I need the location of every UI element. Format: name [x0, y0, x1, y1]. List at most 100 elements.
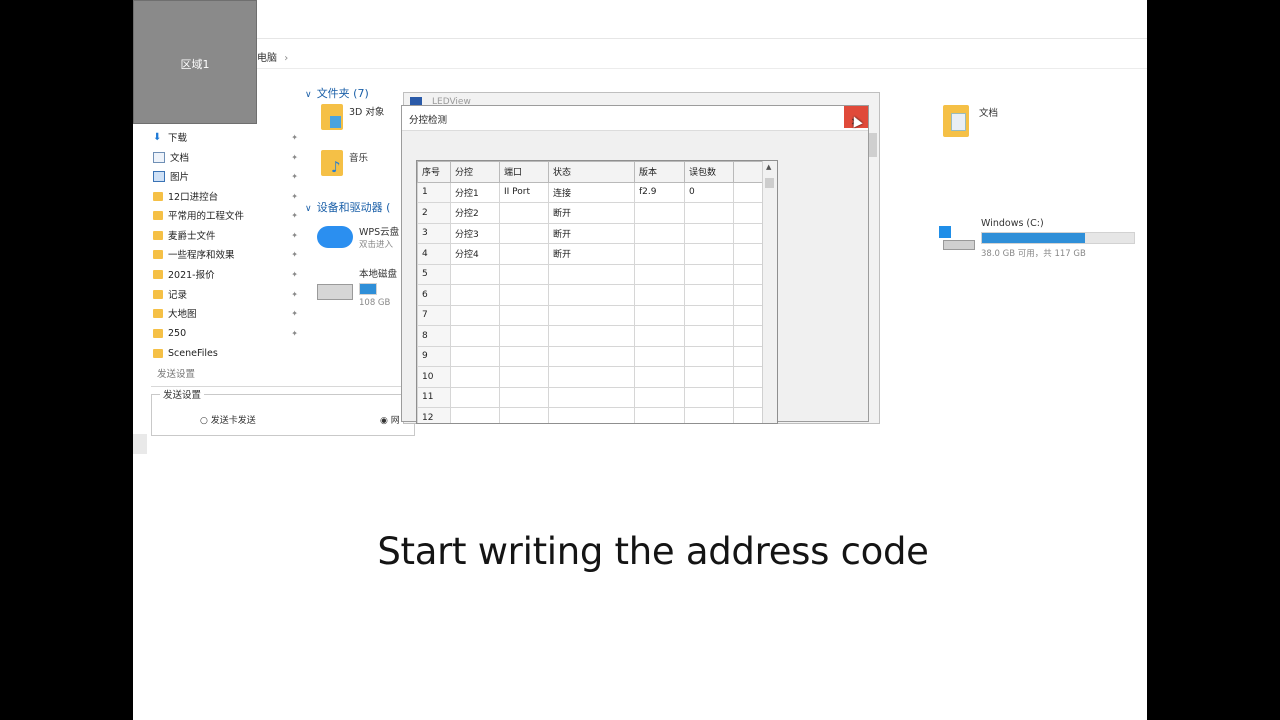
table-cell: [634, 407, 685, 423]
windows-c-drive[interactable]: Windows (C:) 38.0 GB 可用，共 117 GB: [939, 218, 1135, 259]
table-cell-spacer: [733, 181, 764, 203]
navigation-pane: ⬇ 下载 ✦ 文档 ✦ 图片 ✦ 12口进控台 ✦ 平常用的工程文件 ✦ 麦爵士文件 ✦ 一些程序和效果 ✦…: [133, 124, 301, 364]
drive-name: Windows (C:): [981, 218, 1044, 229]
folder-icon: [153, 348, 163, 358]
table-cell: 断开: [548, 222, 635, 244]
table-cell-spacer: [733, 366, 764, 388]
table-cell-spacer: [733, 304, 764, 326]
table-row[interactable]: 3 分控3 断开: [417, 222, 764, 244]
sidebar-item-label: 平常用的工程文件: [168, 211, 245, 222]
table-cell: [548, 284, 635, 306]
region-label: 区域1: [180, 58, 210, 71]
sidebar-item-label: 12口进控台: [168, 192, 219, 203]
folder-icon: [153, 328, 163, 338]
pin-icon[interactable]: ✦: [291, 250, 298, 259]
ledview-scrollbar[interactable]: [869, 133, 877, 157]
column-header[interactable]: 端口: [499, 161, 549, 183]
table-row[interactable]: 2 分控2 断开: [417, 202, 764, 224]
pin-icon[interactable]: ✦: [291, 192, 298, 201]
table-row[interactable]: 4 分控4 断开: [417, 243, 764, 265]
pin-icon[interactable]: ✦: [291, 329, 298, 338]
table-cell: [548, 325, 635, 347]
pin-icon[interactable]: ✦: [291, 133, 298, 142]
sidebar-item[interactable]: 文档 ✦: [153, 148, 298, 166]
table-row[interactable]: 8: [417, 325, 764, 347]
chevron-down-icon: ∨: [305, 90, 312, 100]
network-radio[interactable]: ◉ 网: [380, 413, 400, 426]
table-vertical-scrollbar[interactable]: ▲: [762, 161, 777, 423]
dialog-title: 分控检测: [409, 115, 448, 126]
table-cell: [634, 284, 685, 306]
cloud-icon: [317, 226, 353, 248]
column-header[interactable]: 序号: [417, 161, 451, 183]
3d-objects-folder-icon: [321, 104, 343, 130]
table-cell: [684, 202, 734, 224]
pin-icon[interactable]: ✦: [291, 309, 298, 318]
breadcrumb[interactable]: 电脑 ›: [257, 49, 288, 64]
local-disk-drive[interactable]: 本地磁盘 108 GB: [317, 266, 397, 308]
sidebar-item[interactable]: 一些程序和效果 ✦: [153, 245, 298, 263]
table-row[interactable]: 10: [417, 366, 764, 388]
table-cell: 分控4: [450, 243, 500, 265]
pin-icon[interactable]: ✦: [291, 290, 298, 299]
folder-tile-documents[interactable]: 文档: [943, 105, 998, 137]
table-row[interactable]: 5: [417, 263, 764, 285]
table-row[interactable]: 11: [417, 386, 764, 408]
table-cell: [450, 263, 500, 285]
sidebar-item[interactable]: 2021-报价 ✦: [153, 265, 298, 283]
table-cell: [634, 304, 685, 326]
folder-icon: [153, 269, 163, 279]
sidebar-item[interactable]: 250 ✦: [153, 324, 298, 342]
column-header[interactable]: 分控: [450, 161, 500, 183]
column-header[interactable]: 状态: [548, 161, 635, 183]
table-cell-spacer: [733, 407, 764, 423]
table-cell: [499, 243, 549, 265]
table-cell: 分控1: [450, 181, 500, 203]
send-card-radio[interactable]: ○ 发送卡发送: [200, 413, 256, 426]
pin-icon[interactable]: ✦: [291, 231, 298, 240]
picture-icon: [153, 170, 165, 182]
table-row[interactable]: 9: [417, 345, 764, 367]
table-cell: [684, 243, 734, 265]
pin-icon[interactable]: ✦: [291, 172, 298, 181]
pin-icon[interactable]: ✦: [291, 153, 298, 162]
scroll-up-arrow-icon[interactable]: ▲: [766, 163, 771, 171]
video-frame: 电脑 › ∨ 文件夹 (7) 3D 对象 ♪ 音乐 文档 ∨ 设备和驱动器 (…: [133, 0, 1147, 720]
sidebar-item[interactable]: SceneFiles: [153, 344, 298, 362]
column-header[interactable]: 误包数: [684, 161, 734, 183]
sidebar-item[interactable]: 图片 ✦: [153, 167, 298, 185]
sidebar-item[interactable]: 平常用的工程文件 ✦: [153, 206, 298, 224]
table-cell: 4: [417, 243, 451, 265]
table-cell: [450, 304, 500, 326]
sidebar-item[interactable]: 记录 ✦: [153, 285, 298, 303]
sidebar-item[interactable]: ⬇ 下载 ✦: [153, 128, 298, 146]
address-bar-divider: [133, 68, 1147, 69]
table-cell: [684, 222, 734, 244]
folders-group-header[interactable]: ∨ 文件夹 (7): [305, 82, 369, 101]
drive-usage-fill: [982, 233, 1086, 243]
pin-icon[interactable]: ✦: [291, 211, 298, 220]
table-cell-spacer: [733, 284, 764, 306]
sidebar-item-label: 图片: [170, 172, 190, 183]
table-row[interactable]: 7: [417, 304, 764, 326]
table-cell: [450, 407, 500, 423]
scroll-thumb[interactable]: [765, 178, 774, 188]
table-cell: [684, 263, 734, 285]
folder-tile-3d-objects[interactable]: 3D 对象: [321, 104, 384, 130]
send-settings-group: 发送设置 ○ 发送卡发送 ◉ 网: [151, 387, 415, 436]
table-row[interactable]: 1 分控1 II Port 连接 f2.9 0: [417, 181, 764, 203]
breadcrumb-item[interactable]: 电脑: [257, 53, 277, 64]
devices-group-header[interactable]: ∨ 设备和驱动器 (: [305, 196, 390, 215]
sidebar-item[interactable]: 大地图 ✦: [153, 304, 298, 322]
folders-header-label: 文件夹 (7): [316, 87, 369, 100]
column-header[interactable]: 版本: [634, 161, 685, 183]
table-cell: [634, 345, 685, 367]
table-row[interactable]: 6: [417, 284, 764, 306]
table-row[interactable]: 12: [417, 407, 764, 423]
sidebar-item[interactable]: 麦爵士文件 ✦: [153, 226, 298, 244]
sidebar-item[interactable]: 12口进控台 ✦: [153, 187, 298, 205]
folder-tile-music[interactable]: ♪ 音乐: [321, 150, 368, 176]
wps-cloud-drive[interactable]: WPS云盘 双击进入: [317, 224, 399, 250]
table-cell: 9: [417, 345, 451, 367]
pin-icon[interactable]: ✦: [291, 270, 298, 279]
